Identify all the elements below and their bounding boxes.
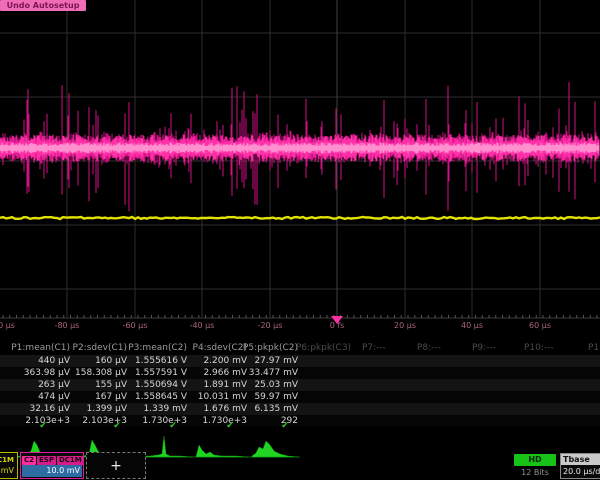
- undo-autosetup-button[interactable]: Undo Autosetup: [0, 0, 86, 11]
- timebase-title: Tbase: [561, 454, 600, 465]
- measure-cell: 1.339 mV: [143, 403, 187, 415]
- measure-param-header-inactive[interactable]: P9:---: [472, 343, 496, 354]
- measure-param-header-inactive[interactable]: P10:---: [524, 343, 554, 354]
- c2-vertical-scale: 10.0 mV: [22, 465, 82, 477]
- measure-cell: 167 µV: [95, 391, 127, 403]
- c1-vertical-scale: 10.0 mV: [0, 465, 16, 477]
- measure-cell: 32.16 µV: [29, 403, 70, 415]
- measure-param-header[interactable]: P3:mean(C2): [128, 343, 187, 354]
- measure-cell: 59.97 mV: [254, 391, 298, 403]
- measure-cell: 158.308 µV: [75, 367, 127, 379]
- measure-cell: 160 µV: [95, 355, 127, 367]
- histicon-p4: [196, 445, 248, 457]
- measure-cell: 1.891 mV: [203, 379, 247, 391]
- measure-param-header-inactive[interactable]: P11: [588, 343, 600, 354]
- measure-cell: 263 µV: [38, 379, 70, 391]
- c1-coupling-badge: DC1M: [0, 456, 16, 465]
- hd-bits-label: 12 Bits: [514, 468, 556, 478]
- channel-c2-descriptor[interactable]: C2 ESP DC1M 10.0 mV: [20, 452, 84, 479]
- table-row-stripe: [0, 391, 600, 403]
- table-row-stripe: [0, 379, 600, 391]
- table-row-stripe: [0, 355, 600, 367]
- measure-cell: 1.550694 V: [135, 379, 187, 391]
- trigger-position-marker: [331, 316, 343, 324]
- measure-param-header[interactable]: P4:sdev(C2): [193, 343, 247, 354]
- measure-cell: 2.200 mV: [203, 355, 247, 367]
- measure-cell: 33.477 mV: [249, 367, 298, 379]
- measure-cell: 1.399 µV: [86, 403, 127, 415]
- c2-label: C2: [22, 456, 36, 465]
- measure-cell: 2.103e+3: [25, 415, 70, 427]
- measure-cell: 6.135 mV: [254, 403, 298, 415]
- measure-param-header-inactive[interactable]: P6:pkpk(C3): [296, 343, 351, 354]
- c2-esp-badge: ESP: [37, 456, 56, 465]
- measure-cell: 2.966 mV: [203, 367, 247, 379]
- measure-param-header[interactable]: P1:mean(C1): [11, 343, 70, 354]
- c2-coupling-badge: DC1M: [57, 456, 84, 465]
- measure-cell: 27.97 mV: [254, 355, 298, 367]
- measure-cell: 1.557591 V: [135, 367, 187, 379]
- measure-cell: 10.031 mV: [198, 391, 247, 403]
- measure-param-header-inactive[interactable]: P7:---: [362, 343, 386, 354]
- measure-param-header-inactive[interactable]: P8:---: [417, 343, 441, 354]
- measure-cell: 474 µV: [38, 391, 70, 403]
- add-trace-button[interactable]: +: [86, 452, 146, 479]
- measure-cell: 155 µV: [95, 379, 127, 391]
- channel-c1-descriptor[interactable]: DC1M 10.0 mV: [0, 452, 18, 479]
- measure-param-header[interactable]: P5:pkpk(C2): [243, 343, 298, 354]
- histicon-p5: [252, 441, 298, 457]
- measure-cell: 1.555616 V: [135, 355, 187, 367]
- oscilloscope-screen: Undo Autosetup -100 µs-80 µs-60 µs-40 µs…: [0, 0, 600, 480]
- measure-cell: 25.03 mV: [254, 379, 298, 391]
- measure-cell: 363.98 µV: [24, 367, 70, 379]
- timebase-descriptor[interactable]: Tbase 20.0 µs/div: [560, 453, 600, 479]
- measure-table: P1:mean(C1)440 µV363.98 µV263 µV474 µV32…: [0, 340, 600, 433]
- measure-cell: 1.730e+3: [202, 415, 247, 427]
- timebase-value: 20.0 µs/div: [563, 466, 600, 477]
- measure-cell: 1.730e+3: [142, 415, 187, 427]
- hd-mode-badge: HD: [514, 454, 556, 466]
- measure-cell: 440 µV: [38, 355, 70, 367]
- measure-param-header[interactable]: P2:sdev(C1): [73, 343, 127, 354]
- histicon-p3: [138, 436, 192, 457]
- measure-cell: 1.558645 V: [135, 391, 187, 403]
- waveform-grid: [0, 0, 600, 332]
- c1-trace: [0, 217, 600, 219]
- measure-cell: 1.676 mV: [203, 403, 247, 415]
